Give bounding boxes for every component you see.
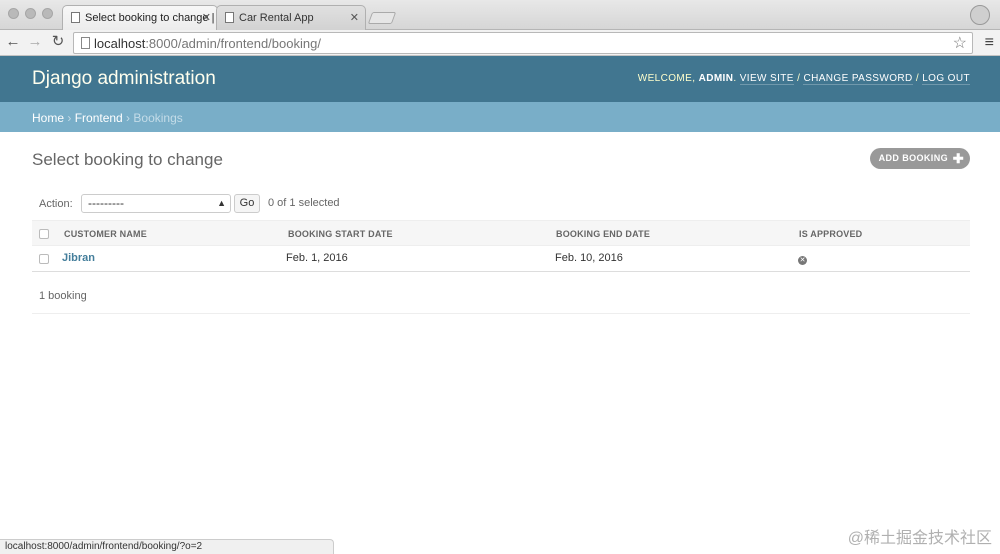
url-path: :8000/admin/frontend/booking/ (145, 36, 321, 51)
separator: / (797, 73, 801, 84)
browser-tab-inactive[interactable]: Car Rental App ✕ (216, 5, 366, 30)
browser-tab-bar: Select booking to change | ✕ Car Rental … (0, 0, 1000, 30)
new-tab-button[interactable] (367, 12, 397, 24)
action-select[interactable]: --------- ▲ (81, 194, 231, 213)
selection-counter: 0 of 1 selected (268, 197, 340, 209)
result-list: Customer name Booking start date Booking… (32, 220, 970, 314)
select-all-checkbox[interactable] (39, 229, 49, 239)
action-bar: Action: --------- ▲ Go 0 of 1 selected (32, 194, 632, 216)
admin-header: Django administration Welcome, admin. Vi… (0, 56, 1000, 102)
action-select-value: --------- (88, 196, 124, 210)
end-date-cell: Feb. 10, 2016 (555, 252, 623, 264)
go-button[interactable]: Go (234, 194, 260, 213)
row-checkbox[interactable] (39, 254, 49, 264)
url-host: localhost (94, 36, 146, 51)
view-site-link[interactable]: View site (739, 73, 794, 85)
breadcrumb-home[interactable]: Home (32, 111, 64, 125)
breadcrumb-app[interactable]: Frontend (75, 111, 123, 125)
page-icon (71, 12, 80, 23)
close-tab-icon[interactable]: ✕ (202, 6, 211, 30)
separator: / (915, 73, 919, 84)
window-minimize-button[interactable] (25, 8, 36, 19)
reload-icon[interactable]: ↻ (49, 33, 67, 51)
welcome-text: Welcome, (637, 73, 696, 84)
forward-arrow-icon[interactable]: → (26, 33, 44, 51)
page-icon (81, 37, 90, 49)
bookmark-star-icon[interactable]: ☆ (953, 33, 967, 53)
watermark: @稀土掘金技术社区 (847, 530, 992, 547)
paginator: 1 booking (32, 280, 970, 314)
address-bar[interactable]: localhost:8000/admin/frontend/booking/ ☆ (73, 32, 973, 54)
browser-toolbar: ← → ↻ localhost:8000/admin/frontend/book… (0, 30, 1000, 56)
change-password-link[interactable]: Change password (803, 73, 913, 85)
page-icon (225, 12, 234, 23)
content: Select booking to change Add booking ✚ A… (32, 148, 970, 314)
site-branding[interactable]: Django administration (32, 68, 216, 90)
back-arrow-icon[interactable]: ← (4, 33, 22, 51)
browser-tab-active[interactable]: Select booking to change | ✕ (62, 5, 218, 30)
action-label: Action: (39, 198, 73, 210)
close-tab-icon[interactable]: ✕ (350, 6, 359, 30)
username: admin (698, 73, 734, 84)
url-text: localhost:8000/admin/frontend/booking/ (94, 36, 321, 51)
tab-title: Car Rental App (239, 12, 314, 24)
column-is-approved[interactable]: Is approved (799, 229, 862, 239)
table-row: Jibran Feb. 1, 2016 Feb. 10, 2016 ✕ (32, 246, 970, 272)
column-booking-end-date[interactable]: Booking end date (556, 229, 650, 239)
no-icon: ✕ (798, 256, 807, 265)
user-tools: Welcome, admin. View site / Change passw… (637, 73, 970, 85)
table-header: Customer name Booking start date Booking… (32, 220, 970, 246)
column-booking-start-date[interactable]: Booking start date (288, 229, 393, 239)
column-customer-name[interactable]: Customer name (64, 229, 147, 239)
window-close-button[interactable] (8, 8, 19, 19)
profile-icon[interactable] (970, 5, 990, 25)
breadcrumb: Home › Frontend › Bookings (0, 102, 1000, 132)
plus-icon: ✚ (952, 151, 964, 166)
customer-name-link[interactable]: Jibran (62, 252, 95, 264)
add-booking-button[interactable]: Add booking ✚ (869, 148, 970, 169)
window-zoom-button[interactable] (42, 8, 53, 19)
page-title: Select booking to change (32, 150, 223, 169)
browser-menu-icon[interactable]: ≡ (985, 35, 994, 51)
start-date-cell: Feb. 1, 2016 (286, 252, 348, 264)
breadcrumb-current: Bookings (133, 111, 183, 125)
add-button-label: Add booking (878, 153, 948, 163)
logout-link[interactable]: Log out (922, 73, 970, 85)
tab-title: Select booking to change | (85, 12, 215, 24)
select-arrows-icon: ▲ (217, 198, 226, 208)
status-bar-url: localhost:8000/admin/frontend/booking/?o… (0, 539, 334, 554)
